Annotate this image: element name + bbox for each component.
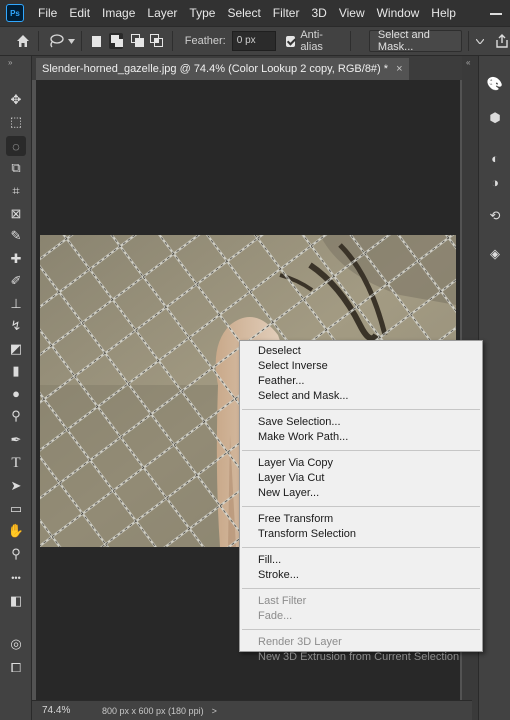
menu-separator bbox=[242, 547, 480, 548]
feather-input[interactable]: 0 px bbox=[231, 31, 277, 51]
menu-view[interactable]: View bbox=[333, 0, 371, 26]
document-tab-title: Slender-horned_gazelle.jpg @ 74.4% (Colo… bbox=[42, 63, 389, 75]
context-menu-item-new-3d-extrusion-from-current-selection: New 3D Extrusion from Current Selection bbox=[258, 651, 460, 663]
panel-collapse-icon[interactable]: » bbox=[8, 58, 12, 67]
menu-type[interactable]: Type bbox=[183, 0, 221, 26]
zoom-icon[interactable]: ⚲ bbox=[6, 544, 26, 564]
menu-separator bbox=[242, 588, 480, 589]
brush-icon[interactable]: ✐ bbox=[6, 271, 26, 291]
tools-panel: » ✥ ⬚ ◌ ⧉ ⌗ ⊠ ✎ ✚ ✐ ⊥ ↯ ◩ ▮ ● ⚲ ✒ T ➤ ▭ ✋ ⚲ ••• ◧ ◎ ⧠ bbox=[0, 56, 32, 720]
menu-3d[interactable]: 3D bbox=[305, 0, 332, 26]
add-selection-icon[interactable] bbox=[109, 33, 124, 49]
context-menu-item-deselect[interactable]: Deselect bbox=[240, 344, 482, 359]
menu-separator bbox=[242, 409, 480, 410]
context-menu-item-stroke[interactable]: Stroke... bbox=[240, 568, 482, 583]
home-icon[interactable] bbox=[14, 30, 32, 52]
context-menu: Deselect Select Inverse Feather... Select a… bbox=[239, 340, 483, 663]
context-menu-item-transform-selection[interactable]: Transform Selection bbox=[240, 527, 482, 542]
context-menu-item-save-selection[interactable]: Save Selection... bbox=[240, 415, 482, 430]
healing-icon[interactable]: ✚ bbox=[6, 249, 26, 269]
adjustments-icon[interactable]: ◐ bbox=[485, 148, 505, 168]
intersect-selection-icon[interactable] bbox=[150, 34, 164, 48]
new-selection-icon[interactable] bbox=[92, 35, 102, 47]
context-menu-item-select-and-mask[interactable]: Select and Mask... bbox=[240, 389, 482, 404]
context-menu-item-make-work-path[interactable]: Make Work Path... bbox=[240, 430, 482, 445]
chevron-down-icon[interactable] bbox=[475, 38, 485, 44]
menu-edit[interactable]: Edit bbox=[63, 0, 96, 26]
context-menu-item-fade: Fade... bbox=[258, 610, 293, 622]
menu-separator bbox=[242, 629, 480, 630]
lasso-preset-icon[interactable] bbox=[47, 33, 76, 49]
menu-image[interactable]: Image bbox=[96, 0, 141, 26]
menu-select[interactable]: Select bbox=[221, 0, 266, 26]
context-menu-item-select-inverse[interactable]: Select Inverse bbox=[240, 359, 482, 374]
status-bar: 74.4% 800 px x 600 px (180 ppi) > bbox=[32, 700, 472, 720]
context-menu-item-layer-via-cut[interactable]: Layer Via Cut bbox=[240, 471, 482, 486]
subtract-selection-icon[interactable] bbox=[130, 34, 144, 48]
history-brush-icon[interactable]: ↯ bbox=[6, 316, 26, 336]
path-select-icon[interactable]: ➤ bbox=[6, 476, 26, 496]
crop-icon[interactable]: ⌗ bbox=[6, 181, 26, 201]
palette-icon[interactable]: 🎨 bbox=[485, 74, 505, 94]
panel-collapse-icon[interactable]: « bbox=[466, 58, 470, 67]
3d-icon[interactable]: ⬢ bbox=[485, 108, 505, 128]
menu-file[interactable]: File bbox=[32, 0, 63, 26]
context-menu-item-fill[interactable]: Fill... bbox=[240, 553, 482, 568]
context-menu-item-last-filter: Last Filter bbox=[258, 595, 307, 607]
minimize-icon[interactable] bbox=[490, 13, 502, 15]
colors-icon[interactable]: ◧ bbox=[6, 591, 26, 611]
select-and-mask-button[interactable]: Select and Mask... bbox=[368, 29, 463, 53]
dodge-icon[interactable]: ⚲ bbox=[6, 406, 26, 426]
type-icon[interactable]: T bbox=[6, 453, 26, 473]
separator bbox=[81, 31, 83, 51]
feather-label: Feather: bbox=[184, 35, 226, 47]
rectangle-icon[interactable]: ▭ bbox=[6, 499, 26, 519]
separator bbox=[468, 31, 470, 51]
pen-icon[interactable]: ✒ bbox=[6, 430, 26, 450]
blur-icon[interactable]: ● bbox=[6, 383, 26, 403]
document-tab-bar: Slender-horned_gazelle.jpg @ 74.4% (Colo… bbox=[32, 56, 477, 80]
status-menu-icon[interactable]: > bbox=[212, 706, 217, 716]
context-menu-item-feather[interactable]: Feather... bbox=[240, 374, 482, 389]
anti-alias-checkbox[interactable] bbox=[286, 35, 296, 47]
context-menu-item-layer-via-copy[interactable]: Layer Via Copy bbox=[240, 456, 482, 471]
stamp-icon[interactable]: ⊥ bbox=[6, 294, 26, 314]
paths-icon[interactable]: ⟲ bbox=[485, 206, 505, 226]
anti-alias-label: Anti-alias bbox=[300, 29, 323, 53]
gradient-icon[interactable]: ▮ bbox=[6, 361, 26, 381]
share-icon[interactable] bbox=[493, 31, 510, 51]
lasso-icon[interactable]: ◌ bbox=[6, 136, 26, 156]
object-select-icon[interactable]: ⧉ bbox=[6, 158, 26, 178]
options-bar: Feather: 0 px Anti-alias Select and Mask… bbox=[0, 26, 510, 56]
separator bbox=[38, 31, 40, 51]
frame-icon[interactable]: ⊠ bbox=[6, 204, 26, 224]
document-tab[interactable]: Slender-horned_gazelle.jpg @ 74.4% (Colo… bbox=[36, 58, 409, 80]
marquee-icon[interactable]: ⬚ bbox=[6, 112, 26, 132]
context-menu-item-new-layer[interactable]: New Layer... bbox=[240, 486, 482, 501]
separator bbox=[171, 31, 173, 51]
menu-filter[interactable]: Filter bbox=[267, 0, 306, 26]
menu-help[interactable]: Help bbox=[425, 0, 462, 26]
layers-icon[interactable]: ◈ bbox=[485, 244, 505, 264]
color-icon[interactable]: ◑ bbox=[485, 172, 505, 192]
menu-separator bbox=[242, 450, 480, 451]
eraser-icon[interactable]: ◩ bbox=[6, 339, 26, 359]
quick-mask-icon[interactable]: ◎ bbox=[6, 634, 26, 654]
close-icon[interactable]: × bbox=[396, 63, 402, 75]
screen-mode-icon[interactable]: ⧠ bbox=[6, 658, 26, 678]
move-icon[interactable]: ✥ bbox=[6, 90, 26, 110]
zoom-level[interactable]: 74.4% bbox=[42, 705, 82, 716]
separator bbox=[350, 31, 351, 51]
menu-window[interactable]: Window bbox=[371, 0, 426, 26]
hand-icon[interactable]: ✋ bbox=[6, 521, 26, 541]
more-tools-icon[interactable]: ••• bbox=[6, 568, 26, 588]
menu-bar: Ps File Edit Image Layer Type Select Filter 3D V… bbox=[0, 0, 510, 26]
menu-layer[interactable]: Layer bbox=[141, 0, 183, 26]
document-size: 800 px x 600 px (180 ppi) bbox=[102, 705, 204, 716]
menu-separator bbox=[242, 506, 480, 507]
context-menu-item-render-3d-layer: Render 3D Layer bbox=[258, 636, 342, 648]
context-menu-item-free-transform[interactable]: Free Transform bbox=[240, 512, 482, 527]
photoshop-logo[interactable]: Ps bbox=[6, 4, 24, 22]
eyedropper-icon[interactable]: ✎ bbox=[6, 226, 26, 246]
